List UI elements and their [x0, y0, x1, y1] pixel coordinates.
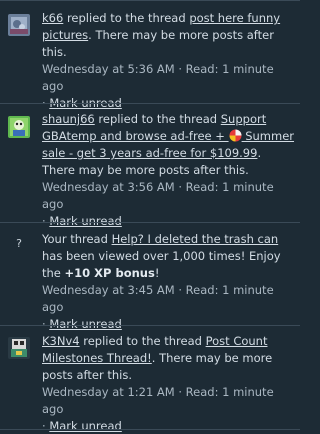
alert-time: Wednesday at 3:56 AM — [42, 180, 175, 194]
avatar-k3nv4[interactable] — [8, 337, 30, 359]
divider — [0, 0, 300, 1]
mark-unread-link[interactable]: Mark unread — [49, 317, 122, 331]
avatar-k66[interactable] — [8, 14, 30, 36]
beach-ball-icon — [229, 129, 242, 142]
username-link[interactable]: k66 — [42, 11, 63, 25]
xp-bonus-text: +10 XP bonus — [64, 266, 155, 280]
avatar-shaunj66[interactable] — [8, 116, 30, 138]
divider — [0, 222, 300, 223]
divider — [0, 429, 300, 430]
alert-time: Wednesday at 1:21 AM — [42, 385, 175, 399]
alert-end-text: ! — [154, 266, 160, 280]
alert-item: shaunj66 replied to the thread Support G… — [42, 111, 294, 230]
mark-unread-link[interactable]: Mark unread — [49, 419, 122, 433]
alert-time: Wednesday at 3:45 AM — [42, 283, 175, 297]
alert-action-text: replied to the thread — [79, 334, 206, 348]
alerts-list: k66 replied to the thread post here funn… — [0, 0, 300, 434]
divider — [0, 103, 300, 104]
divider — [0, 325, 300, 326]
alert-prefix-text: Your thread — [42, 232, 112, 246]
alert-time: Wednesday at 5:36 AM — [42, 62, 175, 76]
alert-action-text: replied to the thread — [94, 112, 221, 126]
question-mark-icon: ? — [16, 237, 22, 250]
mark-unread-link[interactable]: Mark unread — [49, 214, 122, 228]
alert-item: k66 replied to the thread post here funn… — [42, 10, 294, 112]
alert-action-text: replied to the thread — [63, 11, 190, 25]
alert-item: K3Nv4 replied to the thread Post Count M… — [42, 333, 294, 434]
alert-item: Your thread Help? I deleted the trash ca… — [42, 231, 294, 333]
username-link[interactable]: shaunj66 — [42, 112, 95, 126]
thread-link[interactable]: Help? I deleted the trash can — [112, 232, 279, 246]
username-link[interactable]: K3Nv4 — [42, 334, 80, 348]
